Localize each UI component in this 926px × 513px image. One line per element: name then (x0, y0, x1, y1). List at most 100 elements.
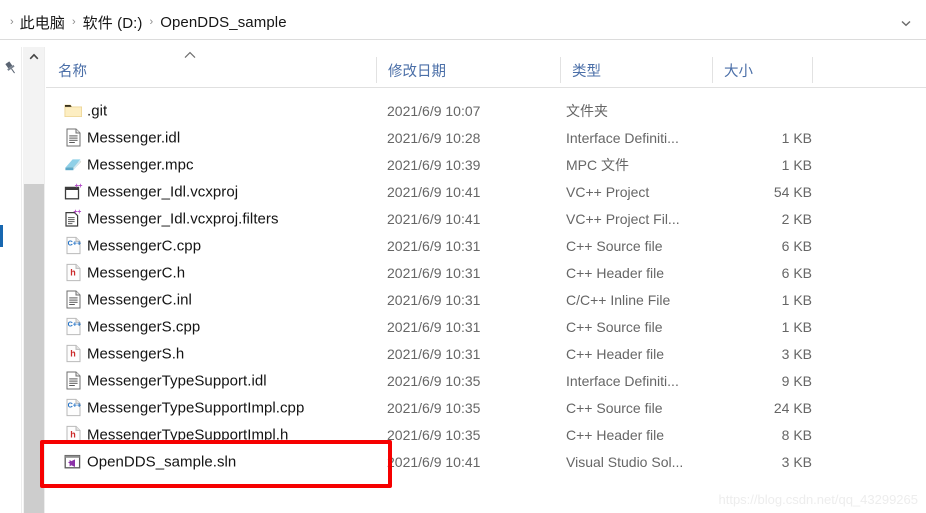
file-size: 1 KB (781, 318, 812, 335)
file-name: Messenger_Idl.vcxproj.filters (87, 210, 279, 227)
file-type: Interface Definiti... (566, 372, 679, 389)
svg-text:h: h (70, 348, 76, 358)
file-row[interactable]: + + Messenger_Idl.vcxproj.filters 2021/6/9 … (46, 205, 926, 232)
file-row[interactable]: C++ MessengerTypeSupportImpl.cpp 2021/6/9 … (46, 394, 926, 421)
file-list[interactable]: .git 2021/6/9 10:07 文件夹 Messenger.idl 2021/6… (46, 89, 926, 513)
breadcrumb-item-opendds-sample[interactable]: OpenDDS_sample (160, 14, 286, 31)
file-row[interactable]: C++ MessengerS.cpp 2021/6/9 10:31 C++ Sourc… (46, 313, 926, 340)
file-row[interactable]: h MessengerTypeSupportImpl.h 2021/6/9 10:3… (46, 421, 926, 448)
svg-text:C++: C++ (67, 401, 81, 410)
cpp-source-icon: C++ (63, 236, 83, 256)
column-header-type[interactable]: 类型 (560, 52, 712, 88)
file-modified-date: 2021/6/9 10:35 (387, 372, 481, 389)
column-header-date[interactable]: 修改日期 (376, 52, 560, 88)
svg-text:C++: C++ (67, 320, 81, 329)
address-bar[interactable]: › 此电脑 › 软件 (D:) › OpenDDS_sample (0, 6, 926, 40)
watermark-text: https://blog.csdn.net/qq_43299265 (718, 492, 919, 507)
file-modified-date: 2021/6/9 10:31 (387, 237, 481, 254)
file-type: Interface Definiti... (566, 129, 679, 146)
cpp-header-icon: h (63, 425, 83, 445)
pin-icon[interactable] (3, 60, 19, 76)
svg-text:C++: C++ (67, 239, 81, 248)
file-modified-date: 2021/6/9 10:41 (387, 183, 481, 200)
file-row[interactable]: OpenDDS_sample.sln 2021/6/9 10:41 Visual S… (46, 448, 926, 475)
file-row[interactable]: C++ MessengerC.cpp 2021/6/9 10:31 C++ Sourc… (46, 232, 926, 259)
file-modified-date: 2021/6/9 10:31 (387, 291, 481, 308)
navigation-rail (0, 47, 22, 513)
file-type: C++ Source file (566, 318, 663, 335)
file-type: C++ Header file (566, 264, 665, 281)
file-modified-date: 2021/6/9 10:35 (387, 399, 481, 416)
file-modified-date: 2021/6/9 10:39 (387, 156, 481, 173)
file-name: MessengerC.inl (87, 291, 192, 308)
scrollbar-thumb[interactable] (24, 184, 44, 513)
file-name: MessengerTypeSupportImpl.h (87, 426, 289, 443)
svg-text:+: + (77, 209, 81, 216)
file-size: 3 KB (781, 345, 812, 362)
column-header-date-label: 修改日期 (388, 63, 446, 80)
svg-text:+: + (78, 183, 82, 190)
file-name: Messenger_Idl.vcxproj (87, 183, 239, 200)
file-row[interactable]: .git 2021/6/9 10:07 文件夹 (46, 97, 926, 124)
breadcrumb-separator-lead: › (10, 16, 14, 28)
file-type: VC++ Project Fil... (566, 210, 680, 227)
file-row[interactable]: MessengerC.inl 2021/6/9 10:31 C/C++ Inline… (46, 286, 926, 313)
column-header-type-label: 类型 (572, 63, 601, 80)
file-modified-date: 2021/6/9 10:31 (387, 318, 481, 335)
file-type: C++ Source file (566, 399, 663, 416)
column-divider-4[interactable] (812, 57, 813, 83)
file-size: 1 KB (781, 129, 812, 146)
breadcrumb[interactable]: › 此电脑 › 软件 (D:) › OpenDDS_sample (0, 12, 287, 33)
file-row[interactable]: MessengerTypeSupport.idl 2021/6/9 10:35 In… (46, 367, 926, 394)
chevron-down-icon[interactable] (896, 13, 916, 33)
chevron-up-icon[interactable] (23, 47, 45, 67)
column-header-size-label: 大小 (724, 63, 753, 80)
file-size: 1 KB (781, 156, 812, 173)
breadcrumb-item-this-pc[interactable]: 此电脑 (20, 12, 65, 33)
vcxproj-filters-icon: + + (63, 209, 83, 229)
file-row[interactable]: + + Messenger_Idl.vcxproj 2021/6/9 10:41 VC+… (46, 178, 926, 205)
file-name: MessengerTypeSupportImpl.cpp (87, 399, 305, 416)
file-modified-date: 2021/6/9 10:28 (387, 129, 481, 146)
column-header-name[interactable]: 名称 (46, 52, 376, 88)
file-row[interactable]: h MessengerC.h 2021/6/9 10:31 C++ Header fi… (46, 259, 926, 286)
file-size: 9 KB (781, 372, 812, 389)
rail-position-marker (0, 225, 3, 247)
file-type: C++ Header file (566, 426, 665, 443)
file-type: C/C++ Inline File (566, 291, 671, 308)
file-explorer-window: › 此电脑 › 软件 (D:) › OpenDDS_sample 名称 修改日期… (0, 0, 926, 513)
cpp-source-icon: C++ (63, 398, 83, 418)
breadcrumb-item-drive-d[interactable]: 软件 (D:) (83, 12, 143, 33)
file-name: .git (87, 102, 108, 119)
file-type: C++ Header file (566, 345, 665, 362)
svg-text:h: h (70, 267, 76, 277)
document-icon (63, 128, 83, 148)
file-type: C++ Source file (566, 237, 663, 254)
cpp-header-icon: h (63, 263, 83, 283)
file-size: 3 KB (781, 453, 812, 470)
file-size: 2 KB (781, 210, 812, 227)
file-row[interactable]: h MessengerS.h 2021/6/9 10:31 C++ Header fi… (46, 340, 926, 367)
file-name: MessengerS.cpp (87, 318, 201, 335)
sort-ascending-icon (182, 50, 198, 60)
document-icon (63, 290, 83, 310)
file-type: MPC 文件 (566, 156, 629, 173)
file-row[interactable]: Messenger.mpc 2021/6/9 10:39 MPC 文件 1 KB (46, 151, 926, 178)
svg-text:h: h (70, 429, 76, 439)
file-size: 6 KB (781, 264, 812, 281)
file-name: MessengerC.h (87, 264, 186, 281)
file-row[interactable]: Messenger.idl 2021/6/9 10:28 Interface Def… (46, 124, 926, 151)
file-modified-date: 2021/6/9 10:41 (387, 453, 481, 470)
vertical-scrollbar[interactable] (23, 47, 45, 513)
mpc-file-icon (63, 155, 83, 175)
file-name: MessengerC.cpp (87, 237, 202, 254)
file-modified-date: 2021/6/9 10:31 (387, 264, 481, 281)
file-type: VC++ Project (566, 183, 650, 200)
file-name: OpenDDS_sample.sln (87, 453, 237, 470)
file-size: 6 KB (781, 237, 812, 254)
file-modified-date: 2021/6/9 10:35 (387, 426, 481, 443)
file-size: 24 KB (773, 399, 812, 416)
file-modified-date: 2021/6/9 10:41 (387, 210, 481, 227)
column-header-size[interactable]: 大小 (712, 52, 812, 88)
file-type: 文件夹 (566, 102, 608, 119)
